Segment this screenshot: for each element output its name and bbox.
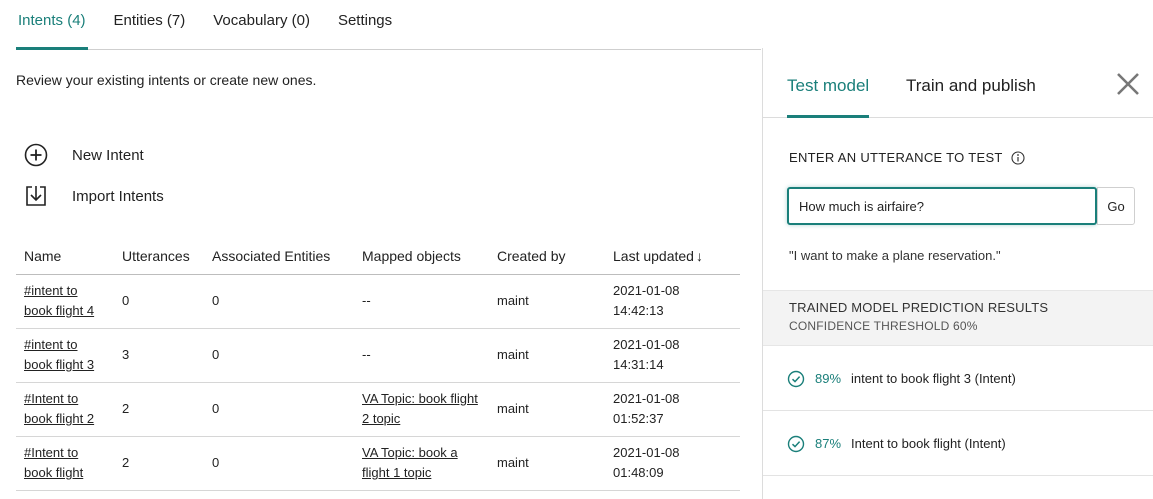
tab-entities[interactable]: Entities (7) xyxy=(112,12,188,50)
created-by-cell: maint xyxy=(489,328,605,383)
import-icon xyxy=(24,184,48,208)
add-circle-icon xyxy=(24,143,48,167)
info-icon[interactable] xyxy=(1011,150,1025,165)
import-intents-label: Import Intents xyxy=(72,187,164,205)
updated-time: 01:48:09 xyxy=(613,465,664,480)
test-model-panel: Test model Train and publish ENTER AN UT… xyxy=(762,48,1153,499)
intent-link[interactable]: #Intent to book flight 2 xyxy=(24,391,94,426)
intent-link[interactable]: #Intent to book flight xyxy=(24,445,83,480)
col-last-updated[interactable]: Last updated ↓ xyxy=(605,238,740,275)
entities-cell: 0 xyxy=(204,382,354,437)
entities-cell: 0 xyxy=(204,328,354,383)
suggested-utterance[interactable]: "I want to make a plane reservation." xyxy=(789,248,1001,263)
new-intent-label: New Intent xyxy=(72,146,144,164)
confidence-percent: 89% xyxy=(815,371,842,386)
mapped-object-link[interactable]: VA Topic: book flight 2 topic xyxy=(362,391,478,426)
results-title: TRAINED MODEL PREDICTION RESULTS xyxy=(789,300,1049,315)
results-header: TRAINED MODEL PREDICTION RESULTS CONFIDE… xyxy=(763,290,1153,346)
table-header-row: Name Utterances Associated Entities Mapp… xyxy=(16,238,740,275)
mapped-cell: -- xyxy=(354,274,489,329)
prediction-result[interactable]: 87% Intent to book flight (Intent) xyxy=(763,412,1153,476)
updated-cell: 2021-01-08 01:52:37 xyxy=(605,382,740,437)
utterances-cell: 2 xyxy=(114,382,204,437)
col-mapped-objects[interactable]: Mapped objects xyxy=(354,238,489,275)
created-by-cell: maint xyxy=(489,382,605,437)
created-by-cell: maint xyxy=(489,274,605,329)
page-description: Review your existing intents or create n… xyxy=(16,72,317,88)
col-created-by[interactable]: Created by xyxy=(489,238,605,275)
updated-time: 01:52:37 xyxy=(613,411,664,426)
utterances-cell: 3 xyxy=(114,328,204,383)
intents-table: Name Utterances Associated Entities Mapp… xyxy=(16,238,740,491)
col-utterances[interactable]: Utterances xyxy=(114,238,204,275)
panel-tab-bar: Test model Train and publish xyxy=(763,48,1153,118)
table-row: #Intent to book flight 2 0 VA Topic: boo… xyxy=(16,436,740,491)
updated-cell: 2021-01-08 01:48:09 xyxy=(605,436,740,491)
utterances-cell: 2 xyxy=(114,436,204,491)
tab-train-and-publish[interactable]: Train and publish xyxy=(906,76,1036,118)
go-button[interactable]: Go xyxy=(1097,187,1135,225)
tab-vocabulary[interactable]: Vocabulary (0) xyxy=(211,12,312,50)
intent-link[interactable]: #intent to book flight 3 xyxy=(24,337,94,372)
sort-down-icon: ↓ xyxy=(695,247,703,264)
check-circle-icon xyxy=(787,435,805,453)
col-associated-entities[interactable]: Associated Entities xyxy=(204,238,354,275)
utterances-cell: 0 xyxy=(114,274,204,329)
table-row: #intent to book flight 4 0 0 -- maint 20… xyxy=(16,274,740,329)
predicted-intent: intent to book flight 3 (Intent) xyxy=(851,371,1016,386)
utterance-label: ENTER AN UTTERANCE TO TEST xyxy=(789,150,1025,165)
col-name[interactable]: Name xyxy=(16,238,114,275)
table-row: #intent to book flight 3 3 0 -- maint 20… xyxy=(16,328,740,383)
table-row: #Intent to book flight 2 2 0 VA Topic: b… xyxy=(16,382,740,437)
prediction-result[interactable]: 89% intent to book flight 3 (Intent) xyxy=(763,347,1153,411)
tab-settings[interactable]: Settings xyxy=(336,12,394,50)
updated-cell: 2021-01-08 14:42:13 xyxy=(605,274,740,329)
updated-time: 14:31:14 xyxy=(613,357,664,372)
check-circle-icon xyxy=(787,370,805,388)
updated-date: 2021-01-08 xyxy=(613,337,680,352)
updated-date: 2021-01-08 xyxy=(613,283,680,298)
updated-date: 2021-01-08 xyxy=(613,445,680,460)
import-intents-button[interactable]: Import Intents xyxy=(24,184,164,208)
top-tab-bar: Intents (4) Entities (7) Vocabulary (0) … xyxy=(16,0,761,50)
entities-cell: 0 xyxy=(204,436,354,491)
confidence-percent: 87% xyxy=(815,436,842,451)
new-intent-button[interactable]: New Intent xyxy=(24,143,144,167)
col-last-updated-label: Last updated xyxy=(613,247,694,264)
predicted-intent: Intent to book flight (Intent) xyxy=(851,436,1006,451)
utterance-label-text: ENTER AN UTTERANCE TO TEST xyxy=(789,150,1003,165)
created-by-cell: maint xyxy=(489,436,605,491)
mapped-cell: -- xyxy=(354,328,489,383)
tab-intents[interactable]: Intents (4) xyxy=(16,12,88,50)
close-icon[interactable] xyxy=(1114,70,1142,98)
updated-time: 14:42:13 xyxy=(613,303,664,318)
mapped-object-link[interactable]: VA Topic: book a flight 1 topic xyxy=(362,445,458,480)
utterance-input[interactable] xyxy=(787,187,1097,225)
confidence-threshold: CONFIDENCE THRESHOLD 60% xyxy=(789,319,978,333)
intent-link[interactable]: #intent to book flight 4 xyxy=(24,283,94,318)
tab-test-model[interactable]: Test model xyxy=(787,76,870,118)
updated-date: 2021-01-08 xyxy=(613,391,680,406)
entities-cell: 0 xyxy=(204,274,354,329)
updated-cell: 2021-01-08 14:31:14 xyxy=(605,328,740,383)
